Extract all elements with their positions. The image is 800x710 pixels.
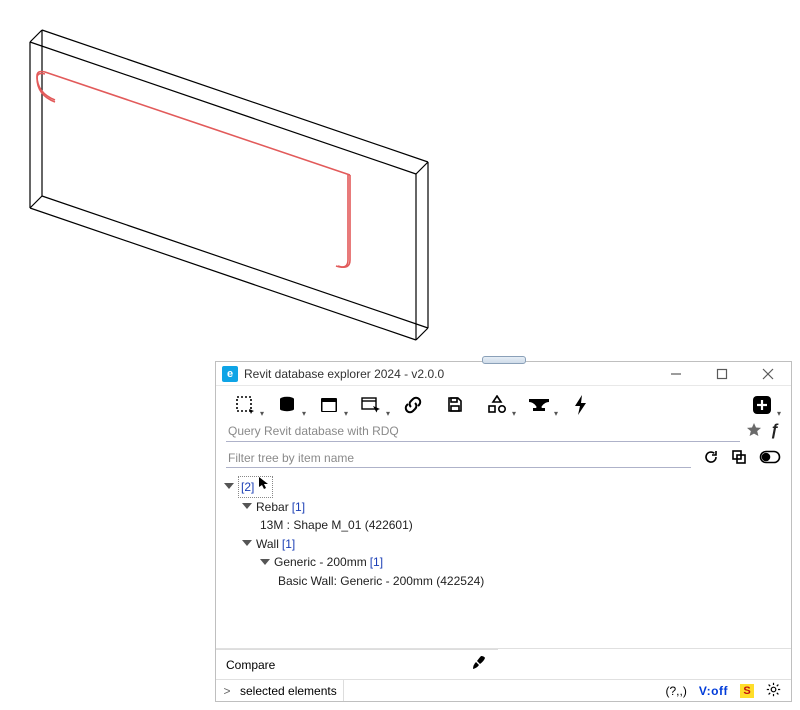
pointer-icon — [258, 476, 270, 496]
toolbar: ▾ ▾ ▾ ▾ — [216, 386, 791, 420]
tree-root-row[interactable]: [2] — [224, 476, 783, 498]
add-button[interactable]: ▾ — [751, 394, 773, 416]
filter-input[interactable] — [226, 448, 691, 468]
tree-row-wall-item[interactable]: Basic Wall: Generic - 200mm (422524) — [224, 572, 783, 591]
bottom-bar: Compare > selected elements (?,,) V:off … — [216, 648, 791, 701]
maximize-button[interactable] — [699, 362, 745, 386]
caret-icon[interactable] — [242, 503, 252, 509]
status-breadcrumb[interactable]: selected elements — [234, 680, 344, 701]
brush-icon[interactable] — [470, 654, 488, 675]
shapes-button[interactable]: ▾ — [486, 394, 508, 416]
events-button[interactable] — [570, 394, 592, 416]
breadcrumb-label: selected elements — [240, 684, 337, 698]
item-label: 13M : Shape M_01 (422601) — [260, 516, 413, 535]
close-button[interactable] — [745, 362, 791, 386]
count-label: [1] — [292, 498, 305, 517]
dock-grip[interactable] — [482, 356, 526, 364]
refresh-icon[interactable] — [703, 449, 719, 468]
titlebar: e Revit database explorer 2024 - v2.0.0 — [216, 362, 791, 386]
tree-row-wall[interactable]: Wall[1] — [224, 535, 783, 554]
app-icon: e — [222, 366, 238, 382]
window-title: Revit database explorer 2024 - v2.0.0 — [244, 367, 444, 381]
caret-icon[interactable] — [224, 483, 234, 489]
toggle-icon[interactable] — [759, 450, 781, 467]
caret-icon[interactable] — [260, 559, 270, 565]
database-button[interactable]: ▾ — [276, 394, 298, 416]
filter-row — [216, 442, 791, 472]
status-bar: > selected elements (?,,) V:off S — [216, 679, 791, 701]
tree-view[interactable]: [2] Rebar[1] 13M : Shape M_01 (422601) W… — [216, 472, 791, 648]
copy-icon[interactable] — [731, 449, 747, 468]
function-icon[interactable]: ƒ — [768, 422, 781, 440]
status-paren[interactable]: (?,,) — [659, 680, 692, 701]
type-label: Generic - 200mm — [274, 553, 367, 572]
status-s[interactable]: S — [734, 680, 760, 701]
paren-label: (?,,) — [665, 684, 686, 698]
status-settings[interactable] — [760, 680, 787, 701]
tree-row-rebar-item[interactable]: 13M : Shape M_01 (422601) — [224, 516, 783, 535]
views-button[interactable]: ▾ — [318, 394, 340, 416]
pick-element-button[interactable]: ▾ — [360, 394, 382, 416]
app-window: e Revit database explorer 2024 - v2.0.0 … — [215, 361, 792, 702]
status-voff[interactable]: V:off — [693, 680, 734, 701]
root-count: [2] — [241, 478, 254, 497]
item-label: Basic Wall: Generic - 200mm (422524) — [278, 572, 484, 591]
count-label: [1] — [370, 553, 383, 572]
query-row: ƒ — [216, 420, 791, 442]
gear-icon — [766, 682, 781, 700]
prompt-icon: > — [220, 684, 234, 698]
query-input[interactable] — [226, 420, 740, 442]
minimize-button[interactable] — [653, 362, 699, 386]
compare-label: Compare — [226, 658, 275, 672]
caret-icon[interactable] — [242, 540, 252, 546]
category-label: Wall — [256, 535, 279, 554]
tree-row-rebar[interactable]: Rebar[1] — [224, 498, 783, 517]
voff-label: V:off — [699, 684, 728, 698]
link-button[interactable] — [402, 394, 424, 416]
favorite-icon[interactable] — [746, 422, 762, 441]
anvil-icon[interactable]: ▾ — [528, 394, 550, 416]
compare-row[interactable]: Compare — [216, 649, 498, 679]
count-label: [1] — [282, 535, 295, 554]
save-button[interactable] — [444, 394, 466, 416]
tree-row-wall-type[interactable]: Generic - 200mm[1] — [224, 553, 783, 572]
category-label: Rebar — [256, 498, 289, 517]
s-label: S — [740, 684, 754, 698]
selection-tool-button[interactable]: ▾ — [234, 394, 256, 416]
